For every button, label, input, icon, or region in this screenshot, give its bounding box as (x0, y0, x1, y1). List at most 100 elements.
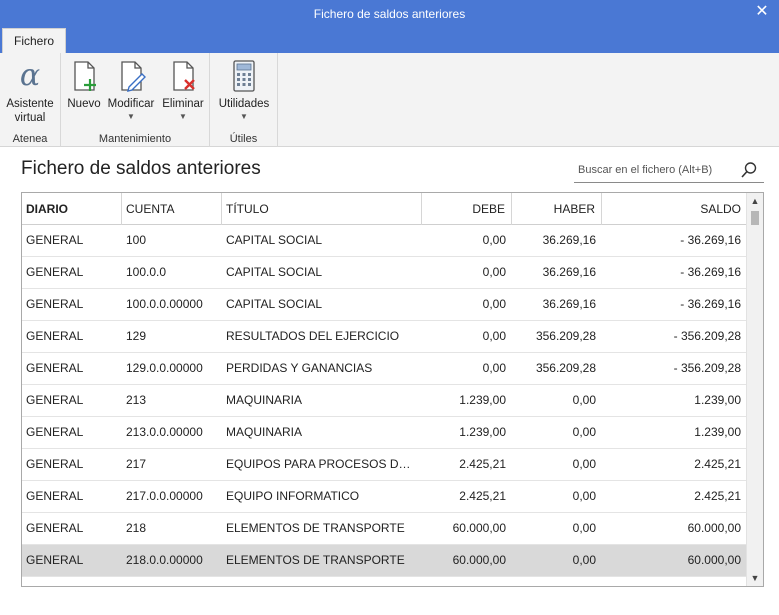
alpha-icon: α (20, 59, 40, 93)
cell-debe: 0,00 (482, 233, 506, 247)
column-header-haber[interactable]: HABER (512, 193, 602, 225)
table-row[interactable]: GENERAL 218.0.0.00000 ELEMENTOS DE TRANSPO… (22, 545, 747, 577)
cell-haber: 36.269,16 (542, 265, 596, 279)
cell-cuenta: 100 (126, 233, 147, 247)
table-row[interactable]: GENERAL 129 RESULTADOS DEL EJERCICIO 0,00 35… (22, 321, 747, 353)
cell-titulo: CAPITAL SOCIAL (226, 233, 323, 247)
cell-haber: 0,00 (572, 457, 596, 471)
asistente-label-line2: virtual (14, 112, 46, 124)
cell-haber: 356.209,28 (535, 361, 596, 375)
cell-titulo: CAPITAL SOCIAL (226, 265, 323, 279)
column-header-diario[interactable]: DIARIO (22, 193, 122, 225)
table-body: GENERAL 100 CAPITAL SOCIAL 0,00 36.269,16 - 3… (22, 225, 747, 577)
cell-titulo: ELEMENTOS DE TRANSPORTE (226, 521, 405, 535)
ribbon-tabs: Fichero (0, 28, 779, 53)
column-header-saldo[interactable]: SALDO (602, 193, 747, 225)
cell-titulo: PERDIDAS Y GANANCIAS (226, 361, 373, 375)
table-row[interactable]: GENERAL 218 ELEMENTOS DE TRANSPORTE 60.000,… (22, 513, 747, 545)
cell-cuenta: 100.0.0.00000 (126, 297, 203, 311)
cell-titulo: ELEMENTOS DE TRANSPORTE (226, 553, 405, 567)
eliminar-dropdown-icon[interactable]: ▼ (161, 113, 205, 121)
column-header-debe[interactable]: DEBE (422, 193, 512, 225)
cell-diario: GENERAL (26, 553, 84, 567)
cell-cuenta: 129.0.0.00000 (126, 361, 203, 375)
modificar-dropdown-icon[interactable]: ▼ (105, 113, 157, 121)
group-label-utiles: Útiles (229, 133, 258, 145)
cell-saldo: - 356.209,28 (673, 329, 741, 343)
cell-debe: 0,00 (482, 361, 506, 375)
table-row[interactable]: GENERAL 217 EQUIPOS PARA PROCESOS DE INF… 2… (22, 449, 747, 481)
group-label-atenea: Atenea (12, 133, 48, 145)
cell-saldo: 2.425,21 (694, 457, 741, 471)
utilidades-dropdown-icon[interactable]: ▼ (216, 113, 272, 121)
table-row[interactable]: GENERAL 100.0.0.00000 CAPITAL SOCIAL 0,00 36… (22, 289, 747, 321)
table-row[interactable]: GENERAL 129.0.0.00000 PERDIDAS Y GANANCIAS… (22, 353, 747, 385)
cell-titulo: EQUIPOS PARA PROCESOS DE INF… (226, 457, 422, 471)
scroll-thumb[interactable] (751, 211, 759, 225)
cell-titulo: EQUIPO INFORMATICO (226, 489, 360, 503)
cell-diario: GENERAL (26, 425, 84, 439)
cell-cuenta: 129 (126, 329, 147, 343)
cell-cuenta: 100.0.0 (126, 265, 167, 279)
vertical-scrollbar[interactable]: ▲ ▼ (746, 193, 763, 586)
nuevo-button[interactable]: Nuevo (66, 59, 102, 111)
ribbon-group-atenea: α Asistente virtual Atenea (0, 53, 61, 147)
cell-cuenta: 217.0.0.00000 (126, 489, 203, 503)
cell-saldo: - 36.269,16 (680, 265, 741, 279)
table-row[interactable]: GENERAL 100 CAPITAL SOCIAL 0,00 36.269,16 - 3… (22, 225, 747, 257)
cell-cuenta: 218 (126, 521, 147, 535)
ribbon: α Asistente virtual Atenea Nuevo Modific… (0, 53, 779, 147)
cell-saldo: - 36.269,16 (680, 297, 741, 311)
cell-cuenta: 213.0.0.00000 (126, 425, 203, 439)
table-row[interactable]: GENERAL 213.0.0.00000 MAQUINARIA 1.239,00 0,… (22, 417, 747, 449)
ribbon-group-utiles: Utilidades ▼ Útiles (210, 53, 278, 147)
close-icon[interactable]: ✕ (753, 3, 771, 21)
calculator-icon (233, 60, 255, 92)
cell-cuenta: 217 (126, 457, 147, 471)
cell-haber: 36.269,16 (542, 297, 596, 311)
cell-cuenta: 213 (126, 393, 147, 407)
column-header-cuenta[interactable]: CUENTA (122, 193, 222, 225)
utilidades-button[interactable]: Utilidades ▼ (216, 59, 272, 121)
modificar-button[interactable]: Modificar ▼ (105, 59, 157, 121)
cell-titulo: RESULTADOS DEL EJERCICIO (226, 329, 400, 343)
cell-diario: GENERAL (26, 233, 84, 247)
scroll-down-icon[interactable]: ▼ (747, 570, 763, 586)
cell-diario: GENERAL (26, 265, 84, 279)
edit-document-icon (121, 61, 146, 92)
scroll-up-icon[interactable]: ▲ (747, 193, 763, 209)
eliminar-button[interactable]: Eliminar ▼ (161, 59, 205, 121)
table-row[interactable]: GENERAL 213 MAQUINARIA 1.239,00 0,00 1.239,00 (22, 385, 747, 417)
tab-fichero[interactable]: Fichero (2, 28, 66, 53)
new-document-icon (74, 61, 96, 91)
cell-haber: 0,00 (572, 425, 596, 439)
search-input[interactable] (578, 161, 728, 179)
cell-debe: 0,00 (482, 297, 506, 311)
search-icon[interactable] (740, 161, 758, 179)
title-bar: Fichero de saldos anteriores ✕ (0, 0, 779, 28)
cell-saldo: 60.000,00 (687, 521, 741, 535)
cell-haber: 0,00 (572, 393, 596, 407)
asistente-label-line1: Asistente (6, 98, 54, 110)
cell-diario: GENERAL (26, 521, 84, 535)
cell-haber: 0,00 (572, 553, 596, 567)
table-row[interactable]: GENERAL 217.0.0.00000 EQUIPO INFORMATICO 2.… (22, 481, 747, 513)
cell-diario: GENERAL (26, 457, 84, 471)
nuevo-label: Nuevo (67, 98, 101, 110)
asistente-virtual-button[interactable]: α Asistente virtual (3, 59, 57, 125)
table-header: DIARIO CUENTA TÍTULO DEBE HABER SALDO (22, 193, 747, 225)
search-box (574, 157, 764, 183)
cell-diario: GENERAL (26, 297, 84, 311)
cell-debe: 0,00 (482, 265, 506, 279)
cell-diario: GENERAL (26, 329, 84, 343)
cell-saldo: 1.239,00 (694, 425, 741, 439)
cell-debe: 2.425,21 (459, 489, 506, 503)
cell-debe: 60.000,00 (452, 521, 506, 535)
saldos-table: DIARIO CUENTA TÍTULO DEBE HABER SALDO GE… (21, 192, 764, 587)
cell-saldo: 60.000,00 (687, 553, 741, 567)
cell-debe: 1.239,00 (459, 425, 506, 439)
cell-debe: 0,00 (482, 329, 506, 343)
cell-debe: 60.000,00 (452, 553, 506, 567)
table-row[interactable]: GENERAL 100.0.0 CAPITAL SOCIAL 0,00 36.269,1… (22, 257, 747, 289)
column-header-titulo[interactable]: TÍTULO (222, 193, 422, 225)
